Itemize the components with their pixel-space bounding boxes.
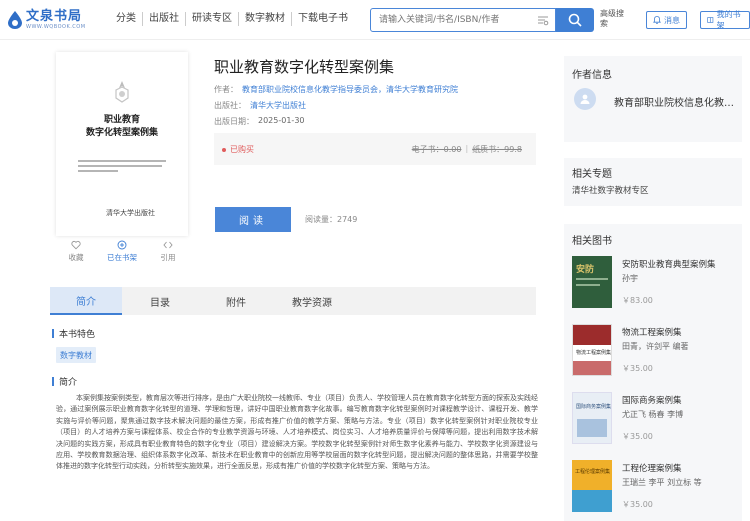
author-value[interactable]: 教育部职业院校信息化教学指导委员会，清华大学教育研究院 — [242, 84, 458, 95]
related-book-item[interactable]: 安防 安防职业教育典型案例集 孙宇 ￥83.00 — [572, 256, 742, 308]
messages-label: 消息 — [664, 15, 680, 25]
book-cover: 职业教育 数字化转型案例集 清华大学出版社 — [56, 52, 188, 236]
related-book-cover[interactable]: 工程伦理案例集 — [572, 460, 612, 512]
code-brackets-icon — [163, 241, 173, 249]
cover-author-lines — [78, 160, 166, 175]
favorite-action[interactable]: 收藏 — [56, 240, 96, 263]
bell-icon — [653, 16, 661, 24]
add-circle-icon — [117, 240, 127, 250]
cover-title: 职业教育 数字化转型案例集 — [85, 115, 158, 138]
site-logo[interactable]: 文泉书局 WWW.WQBOOK.COM — [8, 8, 86, 32]
nav-item-download-ebook[interactable]: 下载电子书 — [292, 12, 354, 26]
related-book-author: 孙宇 — [622, 274, 638, 283]
features-heading: 本书特色 — [52, 327, 95, 340]
publisher-value[interactable]: 清华大学出版社 — [250, 100, 306, 111]
author-label: 作者： — [214, 85, 238, 94]
bookshelf-action[interactable]: 已在书架 — [102, 240, 142, 263]
feature-tag[interactable]: 数字教材 — [56, 347, 96, 363]
author-info-card: 作者信息 教育部职业院校信息化教学指导委员会 — [564, 56, 742, 142]
search-button[interactable] — [556, 8, 594, 32]
related-book-title[interactable]: 安防职业教育典型案例集 — [622, 258, 716, 270]
related-topic-heading: 相关专题 — [572, 169, 612, 180]
advanced-search-link[interactable]: 高级搜索 — [600, 9, 624, 29]
related-book-title[interactable]: 国际商务案例集 — [622, 394, 682, 406]
related-book-title[interactable]: 物流工程案例集 — [622, 326, 682, 338]
author-info-heading: 作者信息 — [572, 70, 612, 81]
related-book-cover[interactable]: 安防 — [572, 256, 612, 308]
book-date-row: 出版日期： 2025-01-30 — [214, 116, 305, 127]
intro-heading: 简介 — [52, 375, 77, 388]
related-book-price: ￥35.00 — [622, 364, 653, 373]
nav-item-study-zone[interactable]: 研读专区 — [186, 12, 239, 26]
main-nav: 分类 出版社 研读专区 数字教材 下载电子书 — [110, 12, 354, 26]
read-count: 阅读量：2749 — [305, 215, 358, 224]
tab-intro[interactable]: 简介 — [50, 287, 122, 315]
date-label: 出版日期： — [214, 117, 254, 126]
top-header: 文泉书局 WWW.WQBOOK.COM 分类 出版社 研读专区 数字教材 下载电… — [0, 0, 750, 40]
related-book-author: 田青，许剑平 编著 — [622, 342, 689, 351]
price-list: 电子书：0.00 | 纸质书：99.8 — [411, 144, 522, 154]
read-button[interactable]: 阅读 — [215, 207, 291, 232]
date-value: 2025-01-30 — [258, 116, 305, 125]
logo-drop-icon — [8, 11, 22, 29]
related-book-author: 尤正飞 杨春 李博 — [622, 410, 684, 419]
related-topic-link[interactable]: 清华社数字教材专区 — [572, 184, 649, 196]
bookshelf-icon — [707, 17, 714, 23]
nav-item-publisher[interactable]: 出版社 — [143, 12, 186, 26]
intro-text: 本案例集按案例类型，教育层次等进行排序，是由广大职业院校一线教师、专业（项目）负… — [56, 394, 538, 471]
related-books-heading: 相关图书 — [572, 236, 612, 247]
logo-name: 文泉书局 — [26, 8, 83, 24]
filter-icon[interactable] — [537, 14, 549, 26]
user-icon — [580, 94, 590, 104]
cover-emblem-icon — [115, 81, 129, 103]
my-bookshelf-button[interactable]: 我的书架 — [700, 10, 750, 30]
related-book-price: ￥35.00 — [622, 432, 653, 441]
related-topic-card: 相关专题 清华社数字教材专区 — [564, 158, 742, 206]
tab-teaching-resources[interactable]: 教学资源 — [274, 287, 350, 315]
owned-dot-icon — [222, 147, 226, 152]
related-book-price: ￥35.00 — [622, 500, 653, 509]
related-book-cover[interactable]: 国际商务案例集 — [572, 392, 612, 444]
ebook-price: 电子书：0.00 — [411, 145, 462, 154]
nav-item-digital-textbook[interactable]: 数字教材 — [239, 12, 292, 26]
related-book-author: 王瑞兰 李平 刘立标 等 — [622, 478, 702, 487]
tab-contents[interactable]: 目录 — [122, 287, 198, 315]
search-box — [370, 8, 556, 32]
cover-publisher: 清华大学出版社 — [106, 209, 155, 217]
logo-url: WWW.WQBOOK.COM — [26, 23, 86, 30]
related-book-cover[interactable]: 物流工程案例集 — [572, 324, 612, 376]
related-book-price: ￥83.00 — [622, 296, 653, 305]
book-title: 职业教育数字化转型案例集 — [214, 58, 395, 76]
related-book-item[interactable]: 工程伦理案例集 工程伦理案例集 王瑞兰 李平 刘立标 等 ￥35.00 — [572, 460, 742, 512]
detail-tabs: 简介 目录 附件 教学资源 — [50, 287, 536, 315]
related-book-item[interactable]: 物流工程案例集 物流工程案例集 田青，许剑平 编著 ￥35.00 — [572, 324, 742, 376]
cite-action[interactable]: 引用 — [148, 240, 188, 263]
tab-attachments[interactable]: 附件 — [198, 287, 274, 315]
publisher-label: 出版社： — [214, 101, 246, 110]
owned-status: 已购买 — [222, 144, 254, 155]
related-book-title[interactable]: 工程伦理案例集 — [622, 462, 682, 474]
avatar — [574, 88, 596, 110]
my-bookshelf-label: 我的书架 — [716, 10, 741, 30]
book-publisher-row: 出版社： 清华大学出版社 — [214, 100, 306, 111]
nav-item-category[interactable]: 分类 — [110, 12, 143, 26]
book-author-row: 作者： 教育部职业院校信息化教学指导委员会，清华大学教育研究院 — [214, 84, 458, 95]
related-book-item[interactable]: 国际商务案例集 国际商务案例集 尤正飞 杨春 李博 ￥35.00 — [572, 392, 742, 444]
heart-icon — [71, 240, 81, 250]
messages-button[interactable]: 消息 — [646, 11, 687, 29]
search-icon — [568, 13, 582, 27]
price-box: 已购买 电子书：0.00 | 纸质书：99.8 — [214, 133, 536, 165]
search-input[interactable] — [371, 9, 531, 31]
cover-actions: 收藏 已在书架 引用 — [56, 240, 188, 263]
paper-price: 纸质书：99.8 — [472, 145, 522, 154]
sidebar-author-name[interactable]: 教育部职业院校信息化教学指导委员会 — [614, 94, 738, 109]
